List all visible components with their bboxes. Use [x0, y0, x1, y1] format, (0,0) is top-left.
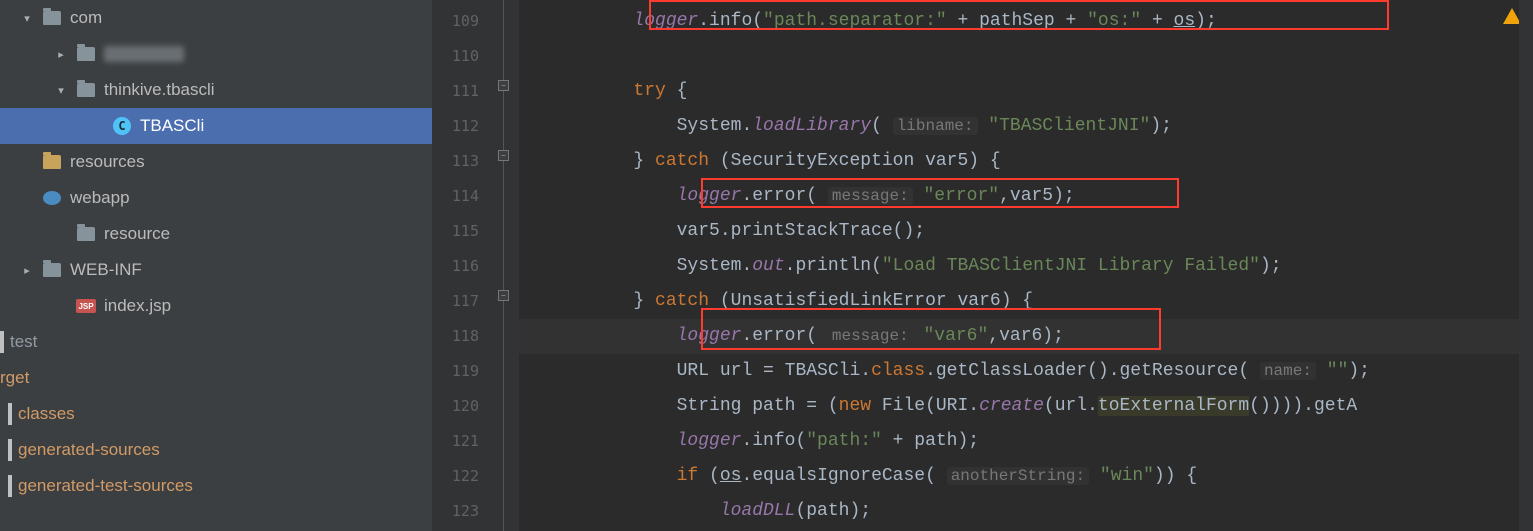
line-number: 115 — [432, 214, 497, 249]
line-number: 109 — [432, 4, 497, 39]
tree-label: classes — [18, 404, 75, 424]
tree-row-webinf[interactable]: ▸ WEB-INF — [0, 252, 432, 288]
line-number-gutter: 109 110 111 112 113 114 115 116 117 118 … — [432, 0, 497, 531]
excluded-row-rget[interactable]: rget — [0, 360, 432, 396]
tree-row-thinkive[interactable]: ▾ thinkive.tbascli — [0, 72, 432, 108]
tree-label: generated-sources — [18, 440, 160, 460]
module-bar-icon — [8, 475, 12, 497]
line-number: 112 — [432, 109, 497, 144]
resources-folder-icon — [42, 152, 62, 172]
folder-icon — [76, 224, 96, 244]
fold-handle-icon[interactable]: − — [498, 80, 509, 91]
code-line[interactable]: try { — [519, 74, 1533, 109]
line-number: 123 — [432, 494, 497, 529]
module-bar-icon — [8, 403, 12, 425]
code-line[interactable]: logger.info("path:" + path); — [519, 424, 1533, 459]
module-bar-icon — [8, 439, 12, 461]
tree-label: WEB-INF — [70, 260, 142, 280]
code-line[interactable]: URL url = TBASCli.class.getClassLoader()… — [519, 354, 1533, 389]
line-number: 111 — [432, 74, 497, 109]
line-number: 113 — [432, 144, 497, 179]
code-line[interactable]: logger.error( message: "var6",var6); — [519, 319, 1533, 354]
code-area[interactable]: logger.info("path.separator:" + pathSep … — [519, 0, 1533, 531]
code-line[interactable]: logger.info("path.separator:" + pathSep … — [519, 4, 1533, 39]
module-bar-icon — [0, 331, 4, 353]
code-line[interactable]: } catch (UnsatisfiedLinkError var6) { — [519, 284, 1533, 319]
project-tree: ▾ com ▸ ▾ thinkive.tbascli C TBASCli ▸ r… — [0, 0, 432, 531]
code-line[interactable]: System.loadLibrary( libname: "TBASClient… — [519, 109, 1533, 144]
excluded-row-classes[interactable]: classes — [0, 396, 432, 432]
tree-label: resources — [70, 152, 145, 172]
fold-handle-icon[interactable]: − — [498, 150, 509, 161]
line-number: 114 — [432, 179, 497, 214]
tree-row-blurred[interactable]: ▸ — [0, 36, 432, 72]
code-line[interactable]: System.out.println("Load TBASClientJNI L… — [519, 249, 1533, 284]
fold-handle-icon[interactable]: − — [498, 290, 509, 301]
line-number: 120 — [432, 389, 497, 424]
tree-label: com — [70, 8, 102, 28]
tree-label-redacted — [104, 46, 184, 62]
code-line[interactable]: logger.error( message: "error",var5); — [519, 179, 1533, 214]
tree-row-test[interactable]: test — [0, 324, 432, 360]
class-icon: C — [112, 116, 132, 136]
line-number: 119 — [432, 354, 497, 389]
folder-icon — [42, 260, 62, 280]
tree-label: index.jsp — [104, 296, 171, 316]
line-number: 122 — [432, 459, 497, 494]
line-number: 121 — [432, 424, 497, 459]
tree-row-indexjsp[interactable]: ▸ JSP index.jsp — [0, 288, 432, 324]
code-line[interactable]: loadDLL(path); — [519, 494, 1533, 529]
excluded-row-gensrc[interactable]: generated-sources — [0, 432, 432, 468]
line-number: 118 — [432, 319, 497, 354]
tree-label: generated-test-sources — [18, 476, 193, 496]
folder-icon — [76, 44, 96, 64]
excluded-row-gentestsrc[interactable]: generated-test-sources — [0, 468, 432, 504]
tree-label: rget — [0, 368, 29, 388]
fold-gutter: − − − — [497, 0, 519, 531]
chevron-right-icon: ▸ — [18, 264, 36, 277]
code-line[interactable]: var5.printStackTrace(); — [519, 214, 1533, 249]
code-line[interactable]: String path = (new File(URI.create(url.t… — [519, 389, 1533, 424]
tree-label: thinkive.tbascli — [104, 80, 215, 100]
web-folder-icon — [42, 188, 62, 208]
chevron-down-icon: ▾ — [18, 12, 36, 25]
chevron-down-icon: ▾ — [52, 84, 70, 97]
code-line[interactable]: } catch (SecurityException var5) { — [519, 144, 1533, 179]
folder-icon — [76, 80, 96, 100]
tree-label: resource — [104, 224, 170, 244]
tree-row-webapp[interactable]: ▸ webapp — [0, 180, 432, 216]
tree-row-resource[interactable]: ▸ resource — [0, 216, 432, 252]
line-number: 117 — [432, 284, 497, 319]
tree-row-tbascli[interactable]: C TBASCli — [0, 108, 432, 144]
tree-row-resources[interactable]: ▸ resources — [0, 144, 432, 180]
tree-label: TBASCli — [140, 116, 204, 136]
code-line[interactable] — [519, 39, 1533, 74]
line-number: 110 — [432, 39, 497, 74]
code-line[interactable]: if (os.equalsIgnoreCase( anotherString: … — [519, 459, 1533, 494]
error-stripe[interactable] — [1519, 0, 1533, 531]
tree-label: test — [10, 332, 37, 352]
folder-icon — [42, 8, 62, 28]
chevron-right-icon: ▸ — [52, 48, 70, 61]
line-number: 116 — [432, 249, 497, 284]
code-editor[interactable]: 109 110 111 112 113 114 115 116 117 118 … — [432, 0, 1533, 531]
tree-label: webapp — [70, 188, 130, 208]
jsp-file-icon: JSP — [76, 296, 96, 316]
tree-row-com[interactable]: ▾ com — [0, 0, 432, 36]
